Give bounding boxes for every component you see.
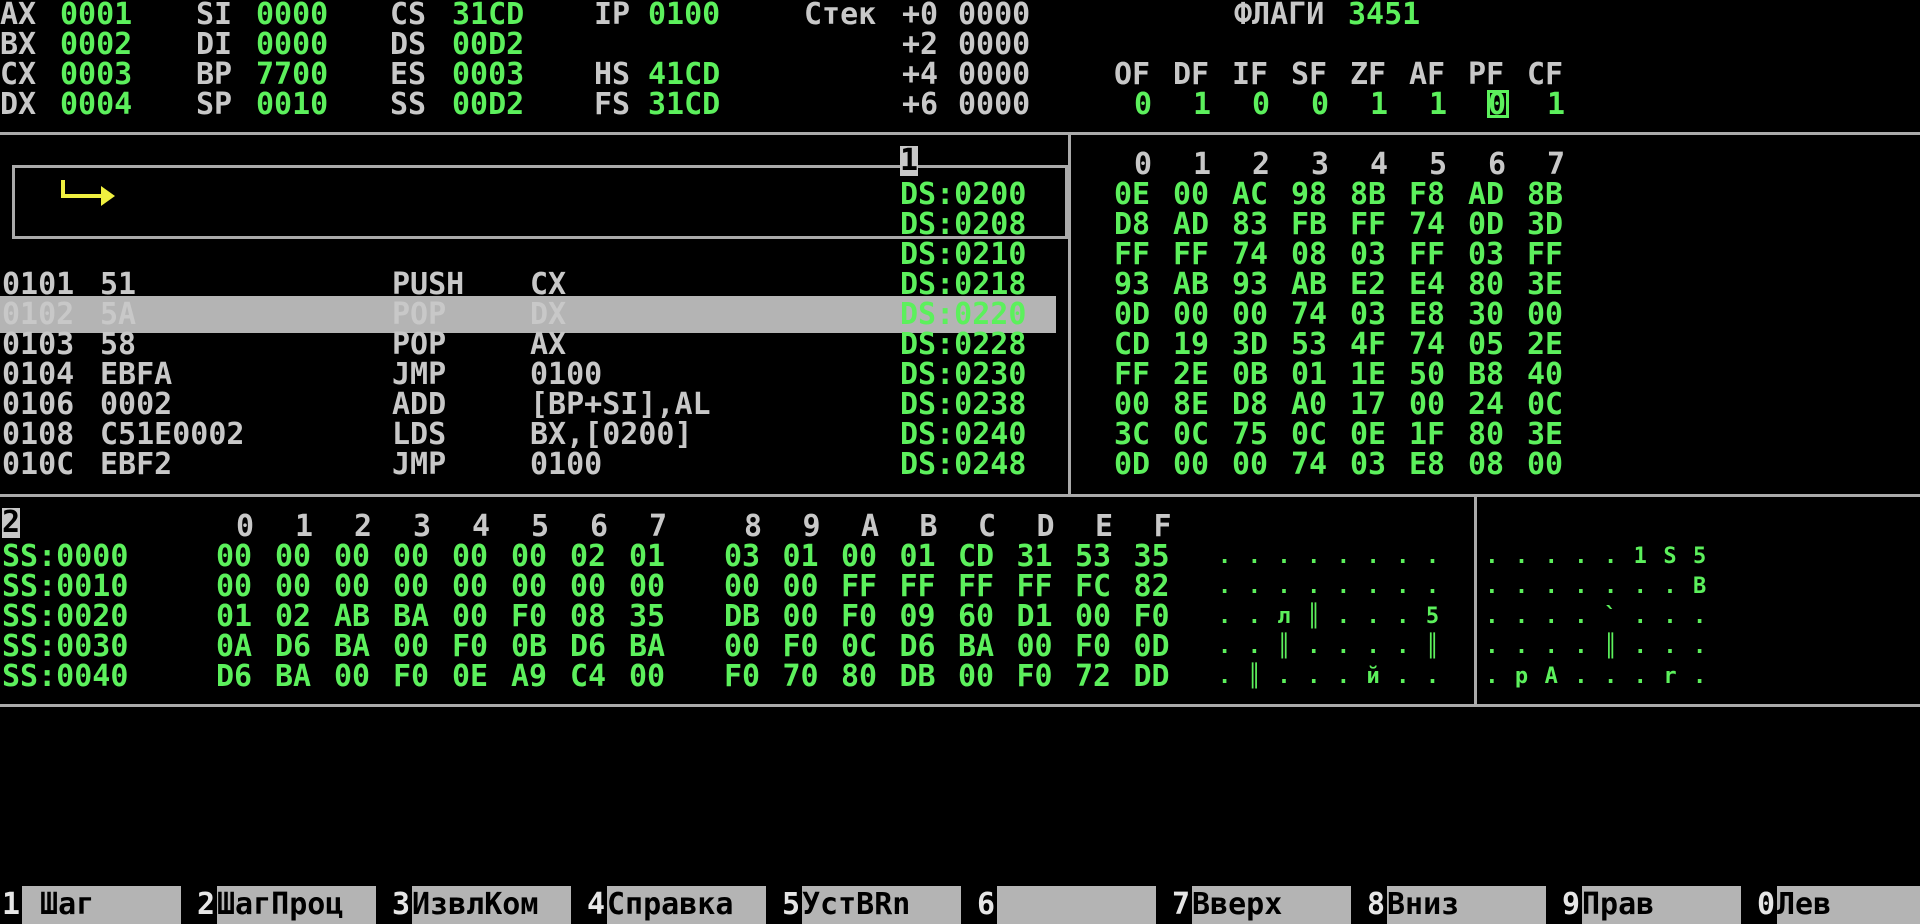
- flag-cursor: [1487, 90, 1509, 118]
- flag-value[interactable]: 1: [1370, 86, 1388, 123]
- fkey-number: 1: [2, 886, 21, 924]
- mid-divider: [0, 494, 1920, 497]
- flag-value[interactable]: 1: [1193, 86, 1211, 123]
- register-name: DX: [0, 87, 37, 122]
- dump-byte[interactable]: 0D: [1114, 446, 1150, 483]
- register-value[interactable]: 0004: [60, 86, 132, 123]
- disasm-address[interactable]: 010C: [2, 446, 74, 483]
- disasm-operands: 0100: [530, 447, 603, 482]
- window-number-badge: 2: [2, 505, 21, 540]
- dump-byte[interactable]: DD: [1134, 658, 1170, 695]
- fkey-number: 0: [1757, 886, 1776, 924]
- flags-label: ФЛАГИ: [1234, 0, 1325, 32]
- dump-byte[interactable]: 74: [1291, 446, 1327, 483]
- dump-byte[interactable]: 00: [1527, 446, 1563, 483]
- fkey-number: 8: [1367, 886, 1386, 924]
- register-name: SS: [390, 87, 427, 122]
- dump-byte[interactable]: 0E: [452, 658, 488, 695]
- flag-value[interactable]: 1: [1547, 86, 1565, 123]
- top-divider: [0, 132, 1920, 135]
- dump-byte[interactable]: DB: [900, 658, 936, 695]
- fkey-6-button[interactable]: [997, 886, 1156, 924]
- fkey-number: 2: [197, 886, 216, 924]
- dump-address: DS:0248: [900, 447, 1027, 482]
- dump-byte[interactable]: 03: [1350, 446, 1386, 483]
- dump-byte[interactable]: 70: [783, 658, 819, 695]
- fkey-label: Справка: [607, 887, 734, 922]
- flag-value[interactable]: 0: [1311, 86, 1329, 123]
- fkey-label: Прав: [1582, 887, 1655, 922]
- fkey-label: УстBRn: [802, 887, 911, 922]
- register-name: IP: [594, 0, 631, 32]
- dump-byte[interactable]: 08: [1468, 446, 1504, 483]
- disasm-bytes: EBF2: [100, 447, 173, 482]
- dump-byte[interactable]: 00: [1232, 446, 1268, 483]
- register-value[interactable]: 31CD: [648, 86, 720, 123]
- fkey-label: Вниз: [1387, 887, 1460, 922]
- dump-byte[interactable]: F0: [724, 658, 760, 695]
- register-value[interactable]: 00D2: [452, 86, 524, 123]
- fkey-number: 7: [1172, 886, 1191, 924]
- dump-byte[interactable]: 72: [1075, 658, 1111, 695]
- register-value[interactable]: 0100: [648, 0, 720, 33]
- flag-value[interactable]: 0: [1134, 86, 1152, 123]
- disasm-selection-bar: [0, 296, 1056, 333]
- dump-byte[interactable]: 00: [1173, 446, 1209, 483]
- dump-byte[interactable]: F0: [393, 658, 429, 695]
- flag-value[interactable]: 0: [1252, 86, 1270, 123]
- dump-byte[interactable]: 00: [334, 658, 370, 695]
- fkey-label: ШагПроц: [217, 887, 344, 922]
- fkey-number: 6: [977, 886, 996, 924]
- enter-arrow-icon: [61, 180, 115, 206]
- vertical-divider-upper: [1068, 132, 1071, 496]
- dump-address: SS:0040: [2, 659, 129, 694]
- fkey-number: 4: [587, 886, 606, 924]
- stack-value[interactable]: 0000: [958, 86, 1030, 123]
- disasm-mnemonic: JMP: [392, 447, 447, 482]
- ascii-row: . ║ . . . й . . . p A . . . r .: [1218, 664, 1708, 689]
- register-name: SP: [196, 87, 233, 122]
- dump-byte[interactable]: 00: [958, 658, 994, 695]
- dump-byte[interactable]: BA: [275, 658, 311, 695]
- dump-byte[interactable]: A9: [511, 658, 547, 695]
- fkey-number: 9: [1562, 886, 1581, 924]
- register-value[interactable]: 0010: [256, 86, 328, 123]
- stack-label: Стек: [804, 0, 877, 32]
- dump-byte[interactable]: 80: [841, 658, 877, 695]
- fkey-label: Шаг: [22, 887, 95, 922]
- dump-byte[interactable]: E8: [1409, 446, 1445, 483]
- window-number-badge: 1: [900, 143, 919, 178]
- fkey-label: Вверх: [1192, 887, 1283, 922]
- bottom-divider: [0, 704, 1920, 707]
- dump-byte[interactable]: C4: [570, 658, 606, 695]
- fkey-label: ИзвлКом: [412, 887, 539, 922]
- flag-value[interactable]: 1: [1429, 86, 1447, 123]
- dump-byte[interactable]: D6: [216, 658, 252, 695]
- dump-byte[interactable]: F0: [1017, 658, 1053, 695]
- register-name: FS: [594, 87, 631, 122]
- flags-value: 3451: [1348, 0, 1421, 32]
- dump-byte[interactable]: 00: [629, 658, 665, 695]
- fkey-label: Лев: [1777, 887, 1832, 922]
- fkey-number: 5: [782, 886, 801, 924]
- stack-offset: +6: [902, 87, 939, 122]
- fkey-number: 3: [392, 886, 411, 924]
